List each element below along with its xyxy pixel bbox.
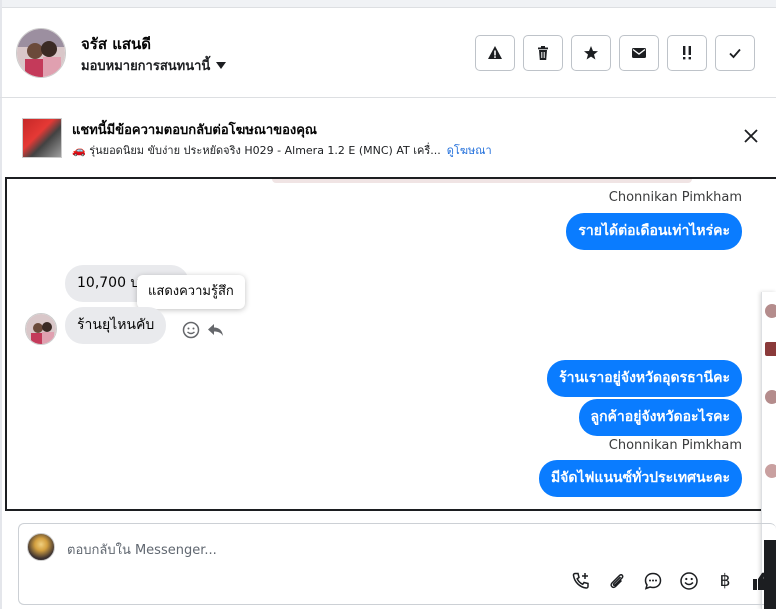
conversation-header: จรัส แสนดี มอบหมายการสนทนานี้: [0, 8, 776, 98]
header-actions: [475, 35, 755, 71]
avatar: [765, 304, 776, 318]
star-icon: [584, 46, 598, 60]
caret-down-icon: [216, 62, 227, 69]
sender-name: Chonnikan Pimkham: [608, 438, 742, 453]
smiley-icon: [680, 572, 698, 590]
trash-icon: [538, 46, 548, 60]
ad-description: 🚗 รุ่นยอดนิยม ขับง่าย ประหยัดจริง H029 -…: [72, 144, 441, 157]
check-icon: [729, 48, 741, 59]
close-icon[interactable]: [742, 127, 760, 145]
mark-unread-button[interactable]: [619, 35, 659, 71]
ad-thumbnail: [765, 342, 776, 356]
mark-done-button[interactable]: [715, 35, 755, 71]
message-thread[interactable]: Chonnikan Pimkham รายได้ต่อเดือนเท่าไหร่…: [5, 177, 776, 511]
emoji-button[interactable]: [678, 570, 700, 592]
avatar: [765, 464, 776, 478]
composer-toolbar: ฿: [570, 570, 776, 592]
page-avatar: [27, 533, 55, 561]
view-ad-link[interactable]: ดูโฆษณา: [447, 144, 492, 157]
ad-reply-banner: แชทนี้มีข้อความตอบกลับต่อโฆษณาของคุณ 🚗 ร…: [0, 98, 776, 176]
reply-composer: ตอบกลับใน Messenger... ฿: [18, 523, 776, 605]
payment-button[interactable]: ฿: [714, 570, 736, 592]
sender-name: Chonnikan Pimkham: [608, 190, 742, 205]
reply-input[interactable]: ตอบกลับใน Messenger...: [67, 539, 217, 560]
outgoing-message[interactable]: รายได้ต่อเดือนเท่าไหร่คะ: [566, 213, 742, 250]
contact-name: จรัส แสนดี: [81, 35, 152, 53]
ad-banner-subtitle: 🚗 รุ่นยอดนิยม ขับง่าย ประหยัดจริง H029 -…: [72, 141, 492, 159]
star-button[interactable]: [571, 35, 611, 71]
outgoing-message[interactable]: มีจัดไฟแนนซ์ทั่วประเทศนะคะ: [538, 460, 742, 497]
warning-icon: [488, 46, 502, 59]
exclamation-icon: [683, 46, 691, 60]
ad-thumbnail: [22, 118, 62, 158]
outgoing-message[interactable]: ร้านเราอยู่จังหวัดอุดรธานีคะ: [547, 360, 742, 397]
window-edge: [764, 540, 776, 609]
follow-up-button[interactable]: [667, 35, 707, 71]
incoming-message[interactable]: ร้านยุไหนคับ: [65, 307, 167, 344]
assign-label: มอบหมายการสนทนานี้: [81, 59, 211, 74]
smiley-icon[interactable]: [181, 320, 201, 340]
ad-banner-title: แชทนี้มีข้อความตอบกลับต่อโฆษณาของคุณ: [72, 123, 317, 138]
baht-icon: ฿: [719, 571, 731, 591]
avatar: [765, 390, 776, 404]
chat-bubble-icon: [644, 572, 662, 590]
previous-message-edge: [272, 179, 692, 183]
top-edge: [0, 0, 776, 8]
delete-button[interactable]: [523, 35, 563, 71]
outgoing-message[interactable]: ลูกค้าอยู่จังหวัดอะไรคะ: [578, 399, 742, 436]
envelope-icon: [632, 48, 646, 58]
assign-conversation-dropdown[interactable]: มอบหมายการสนทนานี้: [81, 55, 227, 76]
attach-button[interactable]: [606, 570, 628, 592]
contact-avatar[interactable]: [16, 28, 66, 78]
reply-icon[interactable]: [206, 320, 226, 340]
contact-avatar-small[interactable]: [25, 313, 57, 345]
paperclip-icon: [610, 574, 624, 589]
react-tooltip: แสดงความรู้สึก: [137, 275, 245, 309]
report-spam-button[interactable]: [475, 35, 515, 71]
saved-replies-button[interactable]: [642, 570, 664, 592]
phone-plus-icon: [572, 572, 589, 589]
call-button[interactable]: [570, 570, 592, 592]
